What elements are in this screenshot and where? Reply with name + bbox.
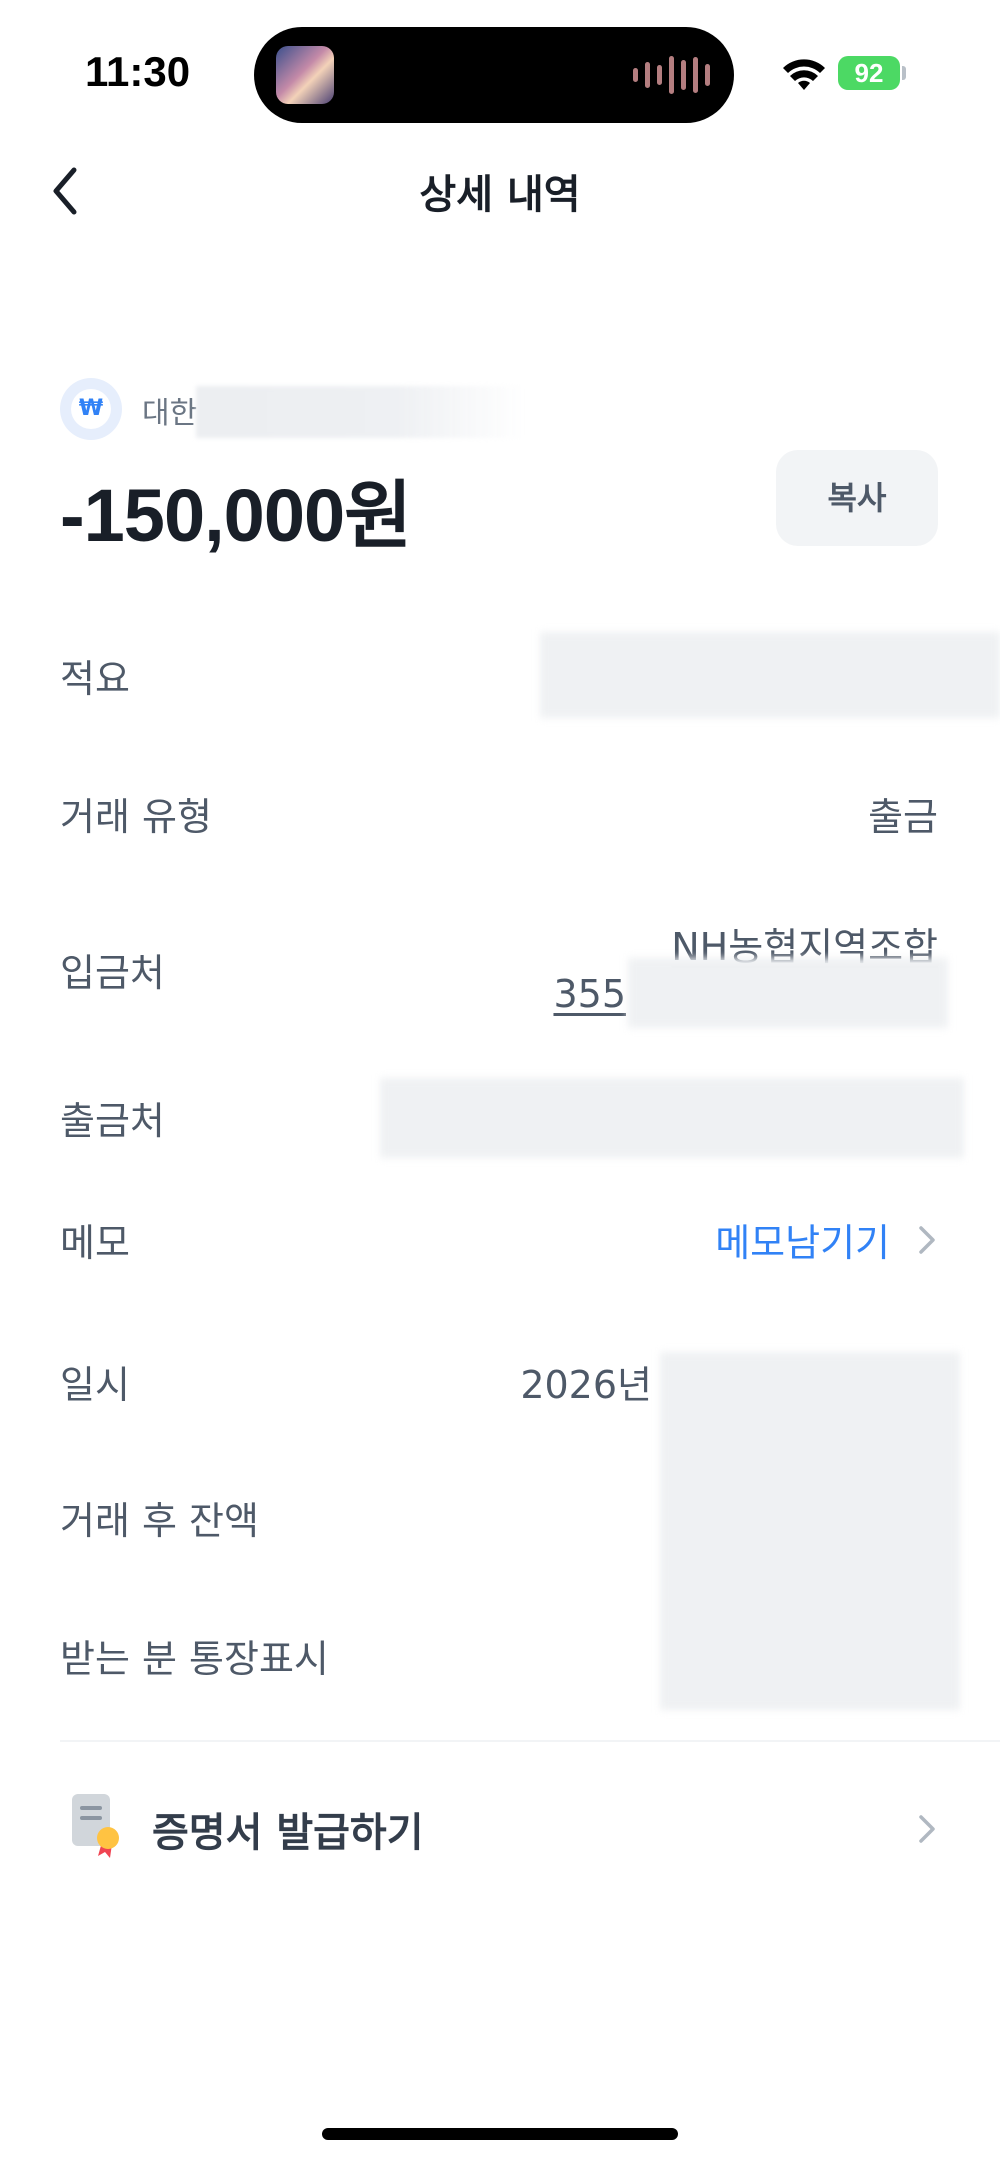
transaction-amount: -150,000원 bbox=[60, 474, 412, 557]
deposit-to-label: 입금처 bbox=[60, 951, 165, 995]
divider bbox=[60, 1740, 1000, 1742]
chevron-right-icon bbox=[919, 1225, 935, 1254]
memo-add-link[interactable]: 메모남기기 bbox=[715, 1212, 938, 1267]
summary-label: 적요 bbox=[60, 657, 130, 701]
recipient-display-label: 받는 분 통장표시 bbox=[60, 1637, 329, 1681]
type-value: 출금 bbox=[868, 795, 938, 839]
status-time: 11:30 bbox=[85, 48, 191, 95]
redacted-account bbox=[196, 386, 526, 438]
page-title: 상세 내역 bbox=[419, 172, 581, 218]
memo-add-label: 메모남기기 bbox=[715, 1221, 890, 1265]
battery-indicator: 92 bbox=[838, 56, 900, 90]
datetime-value: 2026년 bbox=[520, 1363, 652, 1407]
balance-label: 거래 후 잔액 bbox=[60, 1499, 259, 1543]
withdraw-from-label: 출금처 bbox=[60, 1099, 165, 1143]
chevron-right-icon bbox=[919, 1815, 935, 1843]
bank-logo: ₩ bbox=[60, 378, 122, 440]
copy-button[interactable]: 복사 bbox=[776, 450, 938, 546]
issue-certificate-label: 증명서 발급하기 bbox=[152, 1810, 424, 1856]
bank-name: 대한 bbox=[142, 396, 198, 431]
redacted-withdraw-from bbox=[380, 1078, 964, 1158]
redacted-account-number bbox=[628, 958, 948, 1028]
won-icon: ₩ bbox=[71, 389, 111, 429]
certificate-icon bbox=[72, 1794, 119, 1858]
datetime-label: 일시 bbox=[60, 1363, 130, 1407]
redacted-summary bbox=[540, 632, 1000, 718]
type-label: 거래 유형 bbox=[60, 795, 212, 839]
deposit-to-account[interactable]: 355 bbox=[553, 972, 626, 1016]
redacted-values bbox=[660, 1352, 960, 1710]
wifi-icon bbox=[783, 59, 825, 90]
memo-label: 메모 bbox=[60, 1221, 130, 1265]
home-indicator[interactable] bbox=[322, 2128, 678, 2140]
dynamic-island[interactable] bbox=[254, 27, 734, 123]
audio-waveform-icon bbox=[633, 55, 710, 95]
battery-nub bbox=[902, 66, 906, 80]
now-playing-artwork bbox=[276, 46, 334, 104]
issue-certificate-row[interactable]: 증명서 발급하기 bbox=[60, 1778, 940, 1878]
